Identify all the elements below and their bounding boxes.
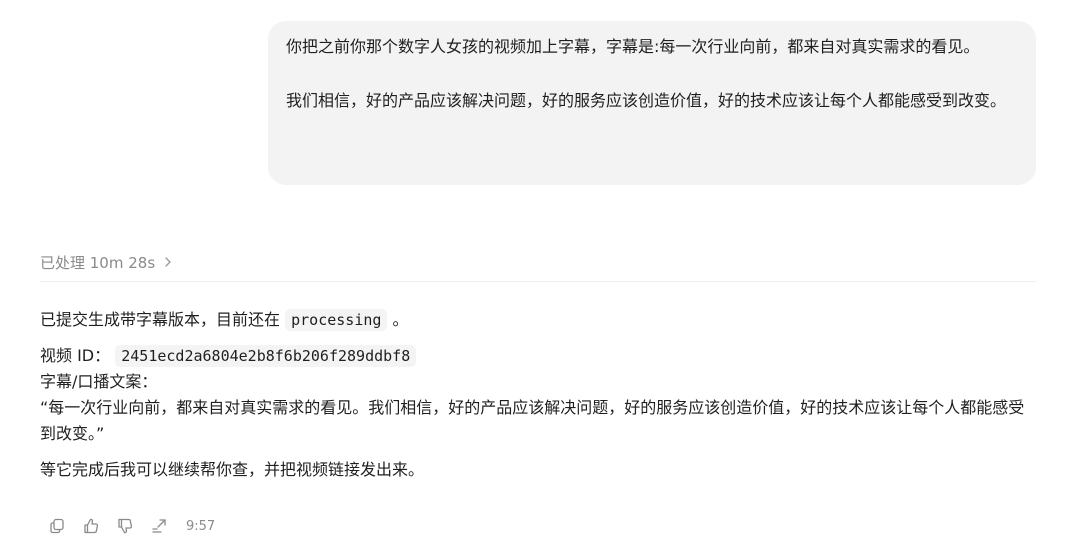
processing-duration-label: 已处理 10m 28s: [40, 253, 156, 272]
chevron-right-icon: [163, 256, 173, 268]
assistant-reply: 已提交生成带字幕版本，目前还在 processing 。 视频 ID： 2451…: [40, 307, 1040, 483]
video-id-code: 2451ecd2a6804e2b8f6b206f289ddbf8: [115, 345, 417, 367]
copy-icon[interactable]: [46, 515, 68, 537]
user-message-paragraph: 我们相信，好的产品应该解决问题，好的服务应该创造价值，好的技术应该让每个人都能感…: [286, 91, 1007, 110]
subtitle-text: “每一次行业向前，都来自对真实需求的看见。我们相信，好的产品应该解决问题，好的服…: [40, 398, 1025, 443]
user-message-paragraph: 你把之前你那个数字人女孩的视频加上字幕，字幕是:每一次行业向前，都来自对真实需求…: [286, 37, 980, 56]
reply-status-suffix: 。: [392, 310, 409, 329]
reply-closing: 等它完成后我可以继续帮你查，并把视频链接发出来。: [40, 460, 425, 479]
video-id-label: 视频 ID：: [40, 346, 111, 365]
subtitle-label: 字幕/口播文案：: [40, 372, 158, 391]
message-actions: 9:57: [46, 515, 215, 537]
reply-status-line: 已提交生成带字幕版本，目前还在 processing 。: [40, 307, 1040, 333]
video-id-line: 视频 ID： 2451ecd2a6804e2b8f6b206f289ddbf8: [40, 343, 1040, 369]
reply-status-prefix: 已提交生成带字幕版本，目前还在: [40, 310, 281, 329]
divider: [40, 281, 1036, 282]
share-icon[interactable]: [148, 515, 170, 537]
thumbs-down-icon[interactable]: [114, 515, 136, 537]
message-timestamp: 9:57: [186, 518, 216, 534]
thumbs-up-icon[interactable]: [80, 515, 102, 537]
user-message-bubble: 你把之前你那个数字人女孩的视频加上字幕，字幕是:每一次行业向前，都来自对真实需求…: [268, 21, 1036, 185]
status-code: processing: [285, 309, 388, 331]
processing-duration-toggle[interactable]: 已处理 10m 28s: [40, 250, 173, 274]
